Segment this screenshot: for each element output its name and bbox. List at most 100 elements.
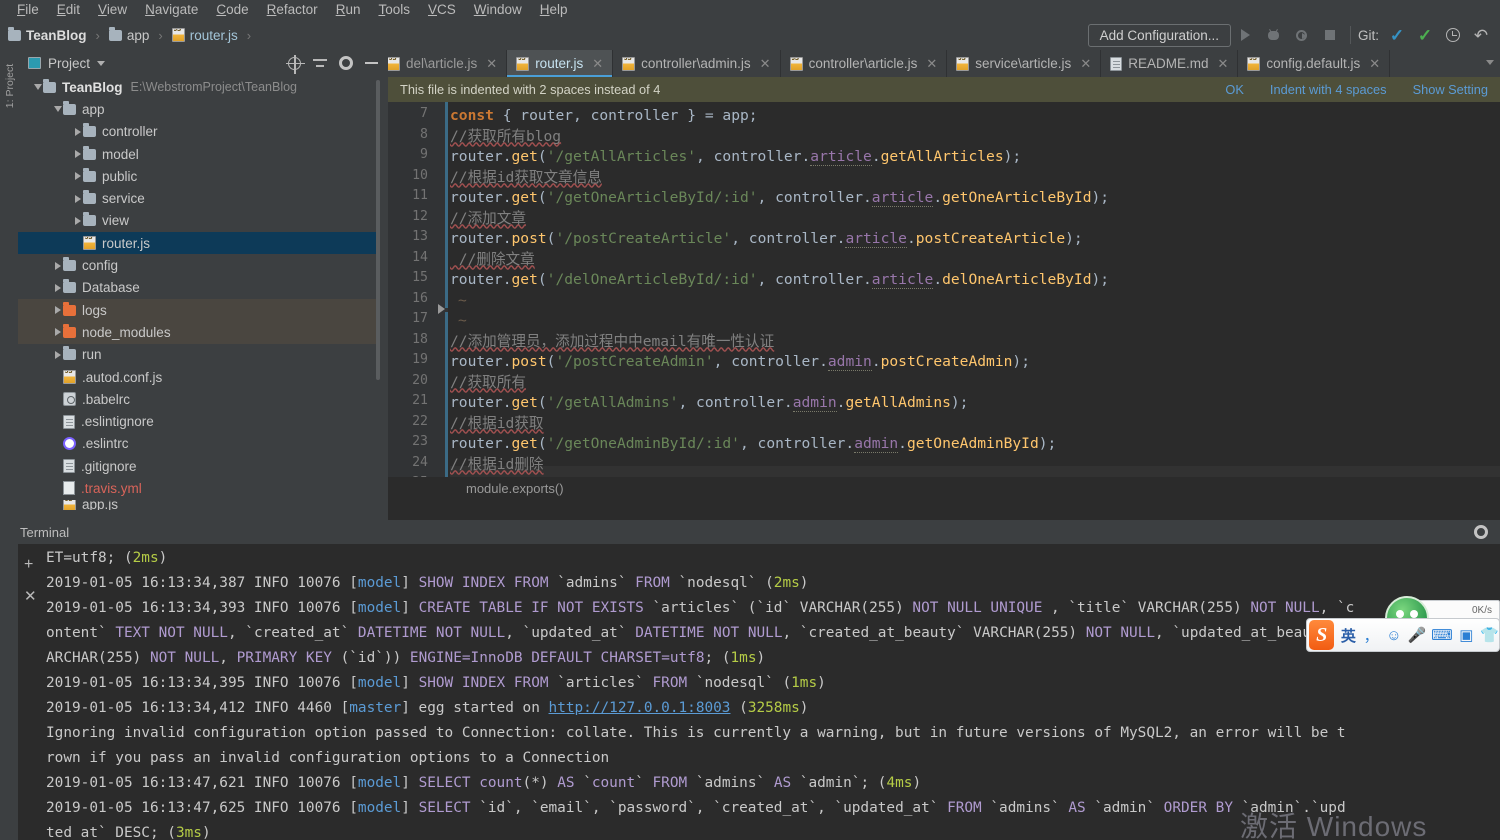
run-icon[interactable] [1233,24,1259,46]
notification-action-ok[interactable]: OK [1225,82,1244,97]
expand-arrow-icon[interactable] [52,277,63,299]
editor-tab-router-js[interactable]: router.js ✕ [507,50,614,77]
settings-icon[interactable] [339,56,353,70]
tree-node-logs[interactable]: logs [18,298,380,322]
gear-icon[interactable] [1474,525,1488,539]
close-icon[interactable]: ✕ [1080,56,1091,72]
tree-node--gitignore[interactable]: .gitignore [18,455,380,477]
collapse-arrow-icon[interactable] [52,98,63,120]
project-scrollbar[interactable] [376,80,380,380]
tree-node-config[interactable]: config [18,254,380,276]
tree-node-teanblog[interactable]: TeanBlog E:\WebstromProject\TeanBlog [18,76,380,98]
expand-arrow-icon[interactable] [52,344,63,366]
new-session-button[interactable]: + [24,557,33,573]
editor-status-breadcrumb[interactable]: module.exports() [388,477,1500,499]
punctuation-icon[interactable]: ， [1362,625,1380,646]
menu-item-refactor[interactable]: Refactor [258,0,327,20]
menu-item-tools[interactable]: Tools [369,0,419,20]
screenshot-icon[interactable]: ▣ [1458,625,1476,646]
tree-node-service[interactable]: service [18,187,380,209]
collapse-all-icon[interactable] [313,57,327,69]
close-icon[interactable]: ✕ [592,56,603,72]
expand-arrow-icon[interactable] [72,143,83,165]
tree-node-router-js[interactable]: router.js [18,232,380,255]
close-icon[interactable]: ✕ [926,56,937,72]
expand-arrow-icon[interactable] [72,165,83,187]
tree-node-node-modules[interactable]: node_modules [18,321,380,344]
tree-node-view[interactable]: view [18,210,380,232]
tree-node-public[interactable]: public [18,165,380,187]
editor-tab-readme-md[interactable]: README.md ✕ [1101,50,1239,77]
close-session-button[interactable]: ✕ [24,589,37,604]
ime-toolbar[interactable]: S 英 ， ☺ 🎤 ⌨ ▣ 👕 [1306,618,1500,652]
tree-node-controller[interactable]: controller [18,121,380,143]
menu-item-window[interactable]: Window [465,0,531,20]
menu-item-view[interactable]: View [89,0,136,20]
breadcrumb-folder[interactable]: app [127,28,150,43]
close-icon[interactable]: ✕ [1217,56,1228,72]
notification-action-indent-with-4-spaces[interactable]: Indent with 4 spaces [1270,82,1387,97]
tab-overflow-icon[interactable] [1486,60,1494,65]
expand-arrow-icon[interactable] [52,321,63,343]
menu-item-code[interactable]: Code [207,0,257,20]
breadcrumb-file[interactable]: router.js [190,28,238,43]
tree-node--travis-yml[interactable]: .travis.yml [18,477,380,499]
close-icon[interactable]: ✕ [1369,56,1380,72]
close-icon[interactable]: ✕ [760,56,771,72]
expand-arrow-icon[interactable] [72,188,83,210]
breadcrumb-project[interactable]: TeanBlog [26,28,87,43]
collapse-arrow-icon[interactable] [32,76,43,98]
tree-node-database[interactable]: Database [18,277,380,299]
commit-icon[interactable]: ✓ [1412,24,1438,46]
editor-tab-controller-article-js[interactable]: controller\article.js ✕ [781,50,948,77]
expand-arrow-icon[interactable] [52,299,63,321]
history-icon[interactable] [1440,24,1466,46]
ime-mode-button[interactable]: 英 [1339,625,1357,646]
menu-item-file[interactable]: File [8,0,48,20]
tree-node-label: .autod.conf.js [82,369,163,385]
tree-node--autod-conf-js[interactable]: .autod.conf.js [18,366,380,388]
expand-arrow-icon[interactable] [72,210,83,232]
menu-item-run[interactable]: Run [327,0,370,20]
terminal-output[interactable]: + ✕ ET=utf8; (2ms) 2019-01-05 16:13:34,38… [18,544,1500,840]
tree-node-app[interactable]: app [18,98,380,120]
editor-tab-controller-admin-js[interactable]: controller\admin.js ✕ [613,50,781,77]
voice-icon[interactable]: 🎤 [1408,625,1427,646]
menu-item-vcs[interactable]: VCS [419,0,465,20]
code-content[interactable]: const { router, controller } = app; //获取所… [450,102,1500,499]
menu-item-help[interactable]: Help [531,0,577,20]
stop-icon[interactable] [1317,24,1343,46]
tree-node-run[interactable]: run [18,344,380,366]
keyboard-icon[interactable]: ⌨ [1431,625,1453,646]
editor-tab-config-default-js[interactable]: config.default.js ✕ [1238,50,1391,77]
expand-arrow-icon[interactable] [52,255,63,277]
code-editor[interactable]: 78910111213141516171819202122232425 cons… [388,102,1500,499]
debug-icon[interactable] [1261,24,1287,46]
rollback-icon[interactable]: ↶ [1468,24,1494,46]
tree-node--eslintignore[interactable]: .eslintignore [18,410,380,432]
emoji-icon[interactable]: ☺ [1385,625,1403,646]
tree-node-app-js[interactable]: app.js [18,499,380,510]
tree-node--babelrc[interactable]: .babelrc [18,388,380,410]
add-configuration-button[interactable]: Add Configuration... [1087,23,1231,47]
editor-tab-del-article-js[interactable]: del\article.js ✕ [388,50,508,77]
update-project-icon[interactable]: ✓ [1384,24,1410,46]
hide-icon[interactable] [365,62,378,64]
editor-tab-service-article-js[interactable]: service\article.js ✕ [947,50,1102,77]
menu-item-navigate[interactable]: Navigate [136,0,207,20]
tool-button-project[interactable]: 1: Project [4,46,16,126]
notification-action-show-setting[interactable]: Show Setting [1413,82,1488,97]
tree-node--eslintrc[interactable]: .eslintrc [18,433,380,455]
chevron-down-icon[interactable] [97,60,106,66]
menu-item-edit[interactable]: Edit [48,0,89,20]
close-icon[interactable]: ✕ [486,56,497,72]
tree-node-model[interactable]: model [18,143,380,165]
coverage-icon[interactable] [1289,24,1315,46]
expand-arrow-icon[interactable] [72,121,83,143]
code-line-14: //删除文章 [450,250,535,268]
fold-arrow-icon[interactable] [438,304,445,314]
scroll-from-source-icon[interactable] [286,54,305,74]
skin-icon[interactable]: 👕 [1480,625,1499,646]
sogou-logo-icon[interactable]: S [1309,620,1335,650]
tree-node-label: service [102,191,145,207]
